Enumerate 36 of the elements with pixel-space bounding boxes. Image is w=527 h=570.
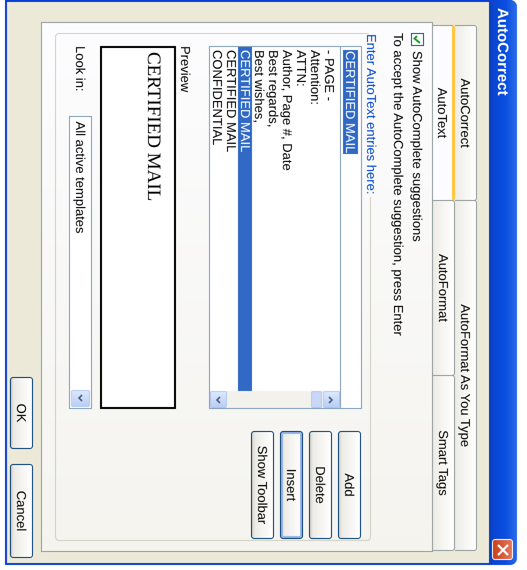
tab[interactable]: Smart Tags (433, 375, 455, 551)
list-item[interactable]: Attention: (308, 47, 322, 391)
list-item[interactable]: Best wishes, (252, 47, 266, 391)
list-item[interactable]: Best regards, (266, 47, 280, 391)
list-item[interactable]: - PAGE - (322, 47, 336, 391)
scroll-down-button[interactable] (210, 391, 227, 408)
tab[interactable]: AutoText (433, 25, 455, 201)
scrollbar[interactable] (210, 391, 340, 408)
list-item[interactable]: ATTN: (294, 47, 308, 391)
preview-label: Preview (178, 46, 193, 94)
checkbox[interactable] (411, 33, 424, 46)
list-item[interactable]: CERTIFIED MAIL (238, 47, 252, 391)
window-title: AutoCorrect (494, 8, 512, 96)
look-in-label: Look in: (73, 46, 88, 92)
action-button[interactable]: Insert (280, 431, 303, 539)
tab[interactable]: AutoCorrect (455, 25, 477, 202)
scroll-thumb[interactable] (311, 391, 322, 408)
hint-text: To accept the AutoComplete suggestion, press Enter (391, 33, 406, 338)
list-item[interactable]: Author, Page #, Date (280, 47, 294, 391)
tab[interactable]: AutoFormat As You Type (455, 200, 477, 551)
checkbox-label: Show AutoComplete suggestions (410, 51, 425, 242)
dialog-button[interactable]: OK (10, 377, 33, 449)
list-item[interactable]: CERTIFIED MAIL (224, 47, 238, 391)
look-in-dropdown[interactable]: All active templates (69, 116, 92, 409)
dialog-button[interactable]: Cancel (10, 464, 33, 558)
tab[interactable]: AutoFormat (433, 200, 455, 376)
close-icon (497, 544, 509, 556)
preview-text: CERTIFIED MAIL (143, 52, 164, 202)
list-item[interactable]: CONFIDENTIAL (210, 47, 224, 391)
group-caption: Enter AutoText entries here: (364, 34, 379, 198)
action-button[interactable]: Show Toolbar (251, 431, 274, 539)
close-button[interactable] (492, 539, 514, 560)
action-button[interactable]: Add (338, 431, 361, 539)
action-button[interactable]: Delete (309, 431, 332, 539)
scroll-up-button[interactable] (323, 391, 340, 408)
entry-input-field[interactable]: CERTIFIED MAIL (340, 46, 362, 409)
